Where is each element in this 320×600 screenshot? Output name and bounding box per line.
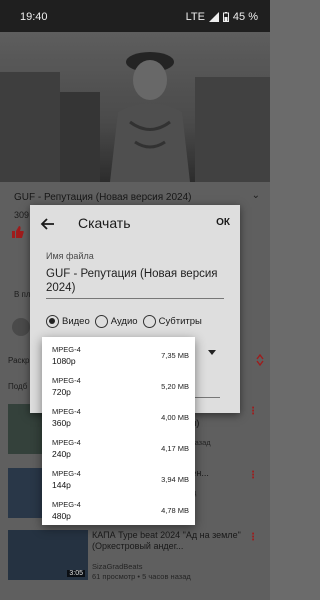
- format-option[interactable]: MPEG-4 1080p 7,35 MB: [42, 340, 195, 371]
- format-type: MPEG-4: [52, 469, 81, 478]
- format-size: 7,35 MB: [161, 351, 189, 360]
- format-option[interactable]: MPEG-4 144p 3,94 MB: [42, 464, 195, 495]
- radio-label: Видео: [62, 316, 90, 327]
- filename-field[interactable]: GUF - Репутация (Новая версия 2024): [46, 267, 224, 299]
- radio-label: Субтитры: [158, 316, 202, 327]
- format-option[interactable]: MPEG-4 480p 4,78 MB: [42, 495, 195, 526]
- format-resolution: 1080p: [52, 356, 76, 366]
- dropdown-arrow-icon[interactable]: [208, 350, 216, 355]
- format-size: 4,78 MB: [161, 506, 189, 515]
- download-type-group: Видео Аудио Субтитры: [46, 315, 207, 328]
- format-type: MPEG-4: [52, 500, 81, 509]
- radio-label: Аудио: [110, 316, 138, 327]
- radio-audio[interactable]: Аудио: [94, 315, 138, 328]
- format-type: MPEG-4: [52, 438, 81, 447]
- format-resolution: 144p: [52, 480, 71, 490]
- format-resolution: 360p: [52, 418, 71, 428]
- format-dropdown-menu: MPEG-4 1080p 7,35 MB MPEG-4 720p 5,20 MB…: [42, 337, 195, 525]
- dialog-title: Скачать: [78, 215, 131, 231]
- radio-selected-icon: [46, 315, 59, 328]
- format-resolution: 480p: [52, 511, 71, 521]
- signal-icon: [208, 12, 219, 22]
- status-time: 19:40: [20, 11, 48, 23]
- back-arrow-icon[interactable]: [40, 216, 56, 232]
- ok-button[interactable]: ОК: [216, 217, 230, 228]
- format-type: MPEG-4: [52, 345, 81, 354]
- format-size: 4,17 MB: [161, 444, 189, 453]
- radio-empty-icon: [94, 315, 108, 328]
- battery-icon: [222, 12, 229, 22]
- radio-video[interactable]: Видео: [46, 315, 90, 328]
- network-type: LTE: [185, 11, 205, 23]
- format-size: 5,20 MB: [161, 382, 189, 391]
- format-type: MPEG-4: [52, 376, 81, 385]
- format-resolution: 240p: [52, 449, 71, 459]
- filename-label: Имя файла: [46, 251, 94, 261]
- format-option[interactable]: MPEG-4 720p 5,20 MB: [42, 371, 195, 402]
- format-type: MPEG-4: [52, 407, 81, 416]
- status-bar: 19:40 LTE 45 %: [0, 0, 270, 32]
- format-resolution: 720p: [52, 387, 71, 397]
- format-size: 4,00 MB: [161, 413, 189, 422]
- format-option[interactable]: MPEG-4 240p 4,17 MB: [42, 433, 195, 464]
- format-option[interactable]: MPEG-4 360p 4,00 MB: [42, 402, 195, 433]
- radio-empty-icon: [142, 315, 156, 328]
- format-size: 3,94 MB: [161, 475, 189, 484]
- radio-subtitles[interactable]: Субтитры: [142, 315, 202, 328]
- battery-level: 45 %: [232, 11, 258, 23]
